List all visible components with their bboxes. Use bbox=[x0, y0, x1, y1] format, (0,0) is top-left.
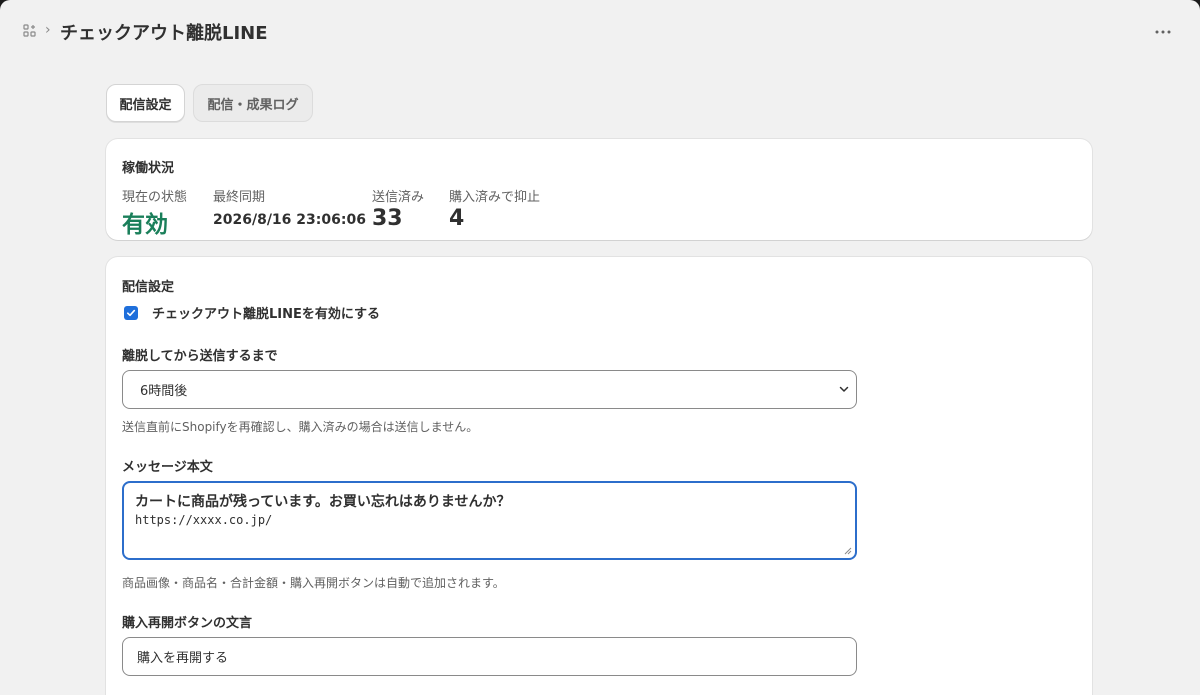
more-horizontal-icon bbox=[1155, 30, 1171, 34]
status-card-title: 稼働状況 bbox=[122, 161, 175, 176]
tab-delivery-settings[interactable]: 配信設定 bbox=[106, 84, 185, 122]
stat-last-sync: 最終同期 2026/8/16 23:06:06 bbox=[213, 186, 366, 228]
app-grid-icon[interactable] bbox=[22, 23, 38, 39]
tab-delivery-log[interactable]: 配信・成果ログ bbox=[193, 84, 313, 122]
delay-select[interactable]: 6時間後 bbox=[122, 370, 857, 409]
settings-card: 配信設定 チェックアウト離脱LINEを有効にする 離脱してから送信するまで 6時… bbox=[106, 257, 1092, 695]
chevron-down-icon bbox=[839, 386, 849, 392]
message-label: メッセージ本文 bbox=[122, 460, 213, 475]
message-textarea[interactable]: カートに商品が残っています。お買い忘れはありませんか？ https://xxxx… bbox=[122, 481, 857, 560]
stat-label: 購入済みで抑止 bbox=[449, 190, 541, 205]
stat-sent: 送信済み 33 bbox=[372, 186, 424, 231]
status-card: 稼働状況 現在の状態 有効 最終同期 2026/8/16 23:06:06 送信… bbox=[106, 139, 1092, 240]
message-help-text: 商品画像・商品名・合計金額・購入再開ボタンは自動で追加されます。 bbox=[122, 576, 505, 590]
more-actions-button[interactable] bbox=[1150, 22, 1176, 42]
top-bar: › チェックアウト離脱LINE bbox=[0, 0, 1200, 64]
status-value: 有効 bbox=[122, 212, 168, 238]
message-line-1: カートに商品が残っています。お買い忘れはありませんか？ bbox=[135, 494, 511, 510]
message-line-2: https://xxxx.co.jp/ bbox=[135, 513, 273, 527]
enable-checkbox[interactable] bbox=[124, 305, 138, 320]
stat-current-status: 現在の状態 有効 bbox=[122, 186, 187, 239]
delay-label: 離脱してから送信するまで bbox=[122, 349, 278, 364]
page-title: チェックアウト離脱LINE bbox=[60, 23, 268, 44]
button-text-input[interactable]: 購入を再開する bbox=[122, 637, 857, 676]
enable-checkbox-row[interactable]: チェックアウト離脱LINEを有効にする bbox=[124, 303, 380, 322]
settings-card-title: 配信設定 bbox=[122, 280, 175, 295]
resize-handle-icon[interactable] bbox=[844, 547, 852, 555]
delay-select-value: 6時間後 bbox=[140, 384, 188, 399]
stat-label: 最終同期 bbox=[213, 190, 266, 205]
app-frame: › チェックアウト離脱LINE 配信設定 配信・成果ログ 稼働状況 現在の状態 … bbox=[0, 0, 1200, 695]
sent-count-value: 33 bbox=[372, 206, 403, 231]
last-sync-value: 2026/8/16 23:06:06 bbox=[213, 212, 366, 228]
enable-checkbox-label: チェックアウト離脱LINEを有効にする bbox=[152, 307, 381, 322]
suppressed-count-value: 4 bbox=[449, 206, 465, 231]
button-text-label: 購入再開ボタンの文言 bbox=[122, 616, 253, 631]
stat-label: 送信済み bbox=[372, 190, 425, 205]
delay-help-text: 送信直前にShopifyを再確認し、購入済みの場合は送信しません。 bbox=[122, 420, 479, 434]
stat-label: 現在の状態 bbox=[122, 190, 188, 205]
stat-suppressed: 購入済みで抑止 4 bbox=[449, 186, 540, 231]
button-text-value: 購入を再開する bbox=[137, 651, 229, 666]
checkmark-icon bbox=[127, 309, 136, 316]
breadcrumb-separator: › bbox=[45, 22, 51, 38]
